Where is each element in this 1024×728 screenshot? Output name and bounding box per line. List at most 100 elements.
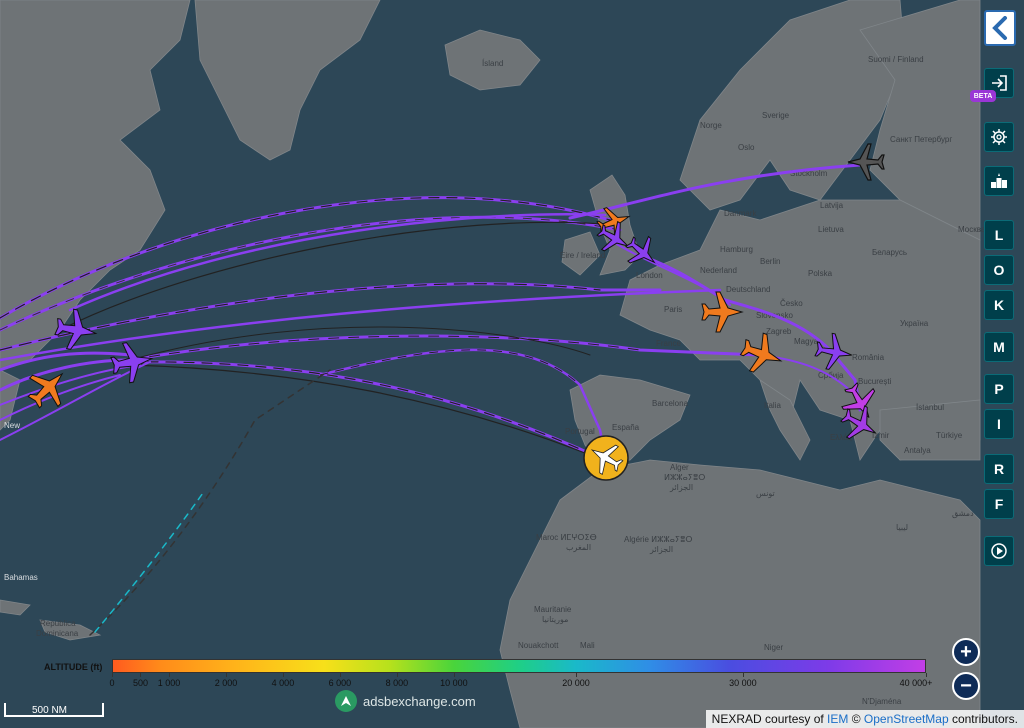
replay-icon [991, 543, 1007, 559]
label-romania: România [852, 353, 885, 362]
scale-label: 500 NM [32, 705, 68, 716]
collapse-button[interactable] [984, 10, 1016, 46]
label-lietuva: Lietuva [818, 225, 844, 234]
map-canvas[interactable]: Ísland Sverige Suomi / Finland Norge Osl… [0, 0, 1024, 728]
label-maroc-ar: المغرب [566, 543, 591, 552]
legend-label: 6 000 [328, 678, 352, 688]
legend-tick [453, 673, 455, 677]
legend-label: 8 000 [385, 678, 409, 688]
label-nederland: Nederland [700, 266, 737, 275]
label-istanbul: İstanbul [916, 403, 944, 412]
label-mauritanie: Mauritanie [534, 605, 572, 614]
toggle-P-button[interactable]: P [984, 374, 1014, 404]
legend-tick [339, 673, 341, 677]
label-oslo: Oslo [738, 143, 755, 152]
logo-text: adsbexchange.com [363, 693, 476, 709]
selected-aircraft-icon[interactable] [583, 435, 629, 481]
label-mauritanie-ar: موريتانيا [542, 615, 568, 624]
legend-label: 20 000 [562, 678, 590, 688]
label-suomi: Suomi / Finland [868, 55, 924, 64]
osm-link[interactable]: OpenStreetMap [864, 712, 949, 726]
legend-tick [225, 673, 227, 677]
label-alger-ar: ⵍⵣⵣⴰⵢⴻⵔ [664, 473, 705, 482]
legend-tick [112, 673, 113, 677]
label-tunisie: تونس [756, 489, 775, 498]
label-island: Ísland [482, 59, 503, 68]
right-toolbar: BETA L O K M P I R F [970, 0, 1016, 620]
label-latvija: Latvija [820, 201, 844, 210]
legend-tick [396, 673, 398, 677]
gear-icon [991, 129, 1007, 145]
logo-icon [335, 690, 357, 712]
toggle-I-button[interactable]: I [984, 409, 1014, 439]
zoom-in-button[interactable]: + [952, 638, 980, 666]
label-london: London [636, 271, 663, 280]
legend-label: 0 [109, 678, 115, 688]
label-belarus: Беларусь [872, 248, 907, 257]
label-eire: Éire / Ireland [560, 251, 605, 260]
label-paris: Paris [664, 305, 682, 314]
stats-button[interactable] [984, 166, 1014, 196]
legend-tick [742, 673, 744, 677]
attribution-suffix: contributors. [948, 712, 1018, 726]
label-bahamas: Bahamas [4, 573, 38, 582]
label-antalya: Antalya [904, 446, 931, 455]
label-niger: Niger [764, 643, 783, 652]
legend-label: 40 000+ [899, 678, 933, 688]
toggle-M-button[interactable]: M [984, 332, 1014, 362]
toggle-F-button[interactable]: F [984, 489, 1014, 519]
label-republica: República [40, 619, 76, 628]
label-barcelona: Barcelona [652, 399, 689, 408]
label-bucuresti: București [858, 377, 892, 386]
toggle-R-button[interactable]: R [984, 454, 1014, 484]
label-zagreb: Zagreb [766, 327, 792, 336]
label-ndjamena: N'Djaména [862, 697, 902, 706]
label-spb: Санкт Петербург [890, 135, 952, 144]
label-libya: ليبيا [896, 523, 908, 532]
label-dimashq: دمشق [952, 509, 974, 518]
legend-label: 1 000 [157, 678, 181, 688]
zoom-out-button[interactable]: − [952, 672, 980, 700]
attribution: NEXRAD courtesy of IEM © OpenStreetMap c… [705, 710, 1024, 728]
altitude-legend: ALTITUDE (ft) 0 500 1 000 2 000 4 000 6 000 8 … [40, 658, 935, 698]
attribution-copy: © [848, 712, 864, 726]
replay-button[interactable] [984, 536, 1014, 566]
label-cesko: Česko [780, 299, 803, 308]
toggle-K-button[interactable]: K [984, 290, 1014, 320]
label-dominicana: Dominicana [36, 629, 79, 638]
label-italia: Italia [764, 401, 781, 410]
label-ukraina: Україна [900, 319, 929, 328]
toggle-O-button[interactable]: O [984, 255, 1014, 285]
legend-label: 500 [132, 678, 148, 688]
label-maroc: Maroc ⵍⵎⵖⵔⵉⴱ [536, 533, 597, 542]
label-nouakchott: Nouakchott [518, 641, 559, 650]
label-algerie: Algérie ⵍⵣⵣⴰⵢⴻⵔ [624, 535, 693, 544]
label-deutschland: Deutschland [726, 285, 770, 294]
legend-label: 4 000 [271, 678, 295, 688]
legend-label: 2 000 [214, 678, 238, 688]
label-polska: Polska [808, 269, 833, 278]
label-danmark: Danmark [724, 209, 757, 218]
label-ny: New [4, 421, 20, 430]
toggle-L-button[interactable]: L [984, 220, 1014, 250]
label-france: France [656, 339, 681, 348]
label-turkiye: Türkiye [936, 431, 963, 440]
iem-link[interactable]: IEM [827, 712, 848, 726]
legend-label: 30 000 [729, 678, 757, 688]
label-alger-ar2: الجزائر [669, 483, 693, 492]
label-norge: Norge [700, 121, 722, 130]
chevron-left-icon [992, 16, 1007, 40]
attribution-prefix: NEXRAD courtesy of [711, 712, 828, 726]
label-mali: Mali [580, 641, 595, 650]
label-berlin: Berlin [760, 257, 780, 266]
legend-title: ALTITUDE (ft) [44, 662, 103, 672]
label-portugal: Portugal [565, 427, 595, 436]
podium-icon [991, 173, 1007, 188]
legend-gradient-bar [112, 659, 926, 673]
legend-tick [575, 673, 577, 677]
settings-button[interactable] [984, 122, 1014, 152]
legend-tick [168, 673, 170, 677]
adsbexchange-logo[interactable]: adsbexchange.com [335, 689, 476, 713]
legend-tick [140, 673, 142, 677]
beta-badge: BETA [970, 90, 996, 102]
